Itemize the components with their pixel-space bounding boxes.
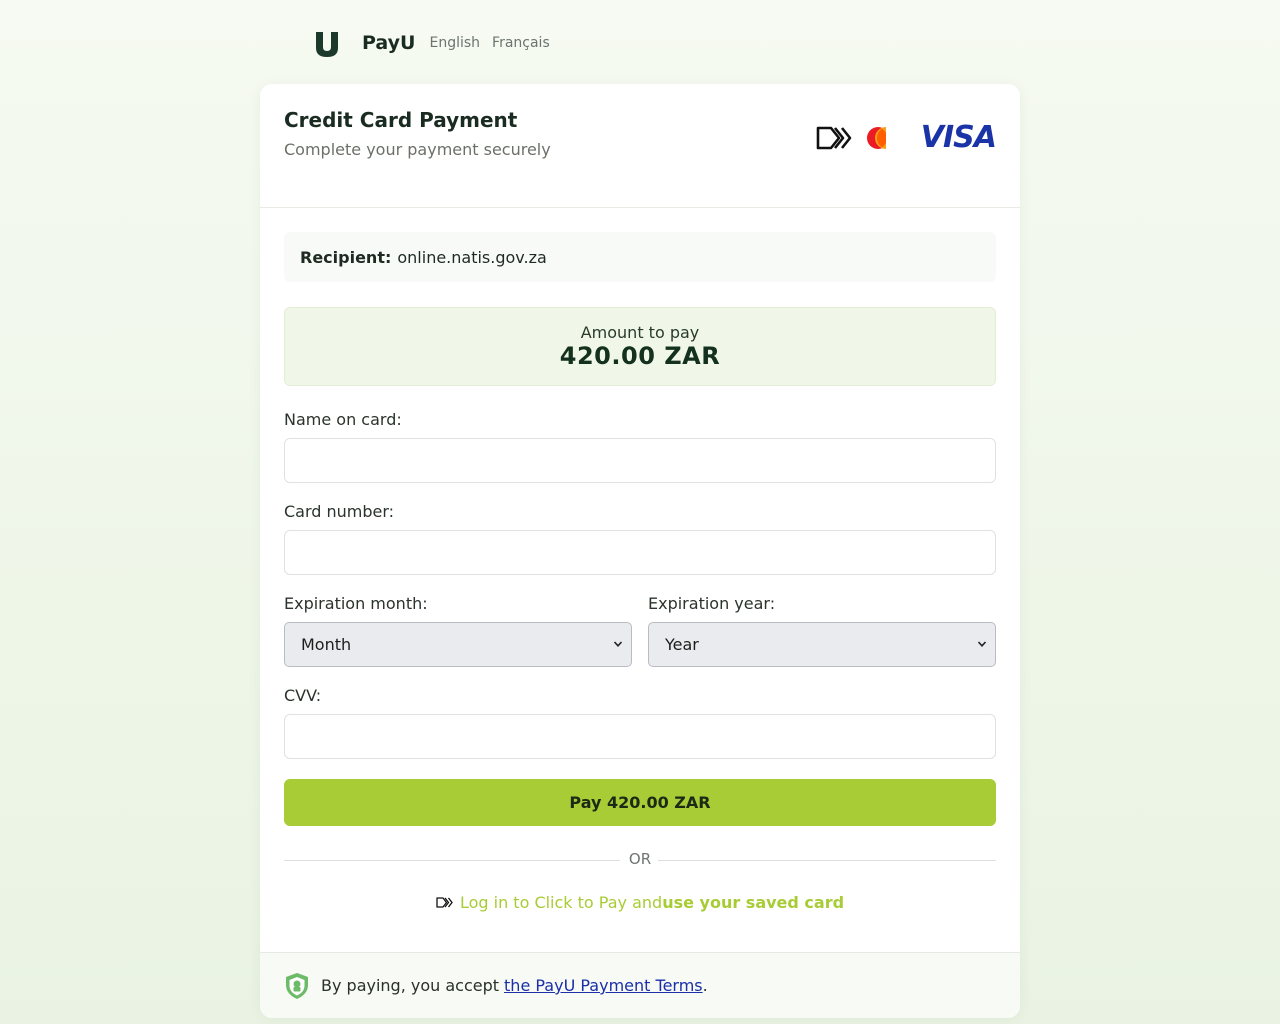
page-subtitle: Complete your payment securely <box>284 140 551 159</box>
language-english-link[interactable]: English <box>429 35 480 51</box>
language-french-link[interactable]: Français <box>492 35 550 51</box>
expiration-month-select[interactable]: Month <box>284 622 632 667</box>
click-to-pay-login-link[interactable]: Log in to Click to Pay and use your save… <box>260 892 1020 912</box>
recipient-value: online.natis.gov.za <box>397 247 547 267</box>
card-brands: VISA <box>815 120 997 155</box>
pay-button[interactable]: Pay 420.00 ZAR <box>284 779 996 826</box>
expiration-year-select[interactable]: Year <box>648 622 996 667</box>
divider-line <box>658 860 996 861</box>
cvv-input[interactable] <box>284 714 996 759</box>
divider-line <box>284 860 620 861</box>
shield-icon <box>286 972 308 999</box>
name-on-card-input[interactable] <box>284 438 996 483</box>
click-to-pay-text: Log in to Click to Pay and <box>459 892 663 912</box>
chevron-down-icon <box>977 641 987 647</box>
terms-text: By paying, you accept <box>321 976 500 995</box>
payu-u-logo-icon <box>316 32 338 57</box>
or-text: OR <box>624 850 656 868</box>
amount-value: 420.00 ZAR <box>559 342 721 370</box>
card-header: Credit Card Payment Complete your paymen… <box>260 84 1020 208</box>
recipient-info: Recipient: online.natis.gov.za <box>284 232 996 282</box>
card-number-label: Card number: <box>284 502 395 521</box>
card-number-input[interactable] <box>284 530 996 575</box>
click-to-pay-icon <box>816 126 852 150</box>
recipient-label: Recipient: <box>300 247 392 267</box>
visa-logo: VISA <box>920 120 997 155</box>
expiration-month-label: Expiration month: <box>284 594 428 613</box>
terms-period: . <box>702 976 708 995</box>
chevron-down-icon <box>613 641 623 647</box>
payment-card: Credit Card Payment Complete your paymen… <box>260 84 1020 1018</box>
click-to-pay-strong-text: use your saved card <box>662 892 845 912</box>
name-on-card-label: Name on card: <box>284 410 402 429</box>
terms-footer: By paying, you accept the PayU Payment T… <box>260 952 1020 1018</box>
cvv-label: CVV: <box>284 686 322 705</box>
click-to-pay-icon <box>436 896 453 908</box>
expiration-year-value: Year <box>665 635 699 654</box>
expiration-year-label: Expiration year: <box>648 594 776 613</box>
brand-name: PayU <box>362 32 416 54</box>
payment-terms-link[interactable]: the PayU Payment Terms <box>504 976 703 995</box>
mastercard-icon <box>866 127 897 149</box>
top-bar: PayU English Français <box>312 26 550 60</box>
amount-box: Amount to pay 420.00 ZAR <box>284 307 996 386</box>
or-divider: OR <box>284 850 996 870</box>
expiration-month-value: Month <box>301 635 352 654</box>
page-title: Credit Card Payment <box>284 108 518 132</box>
amount-label: Amount to pay <box>580 323 700 342</box>
